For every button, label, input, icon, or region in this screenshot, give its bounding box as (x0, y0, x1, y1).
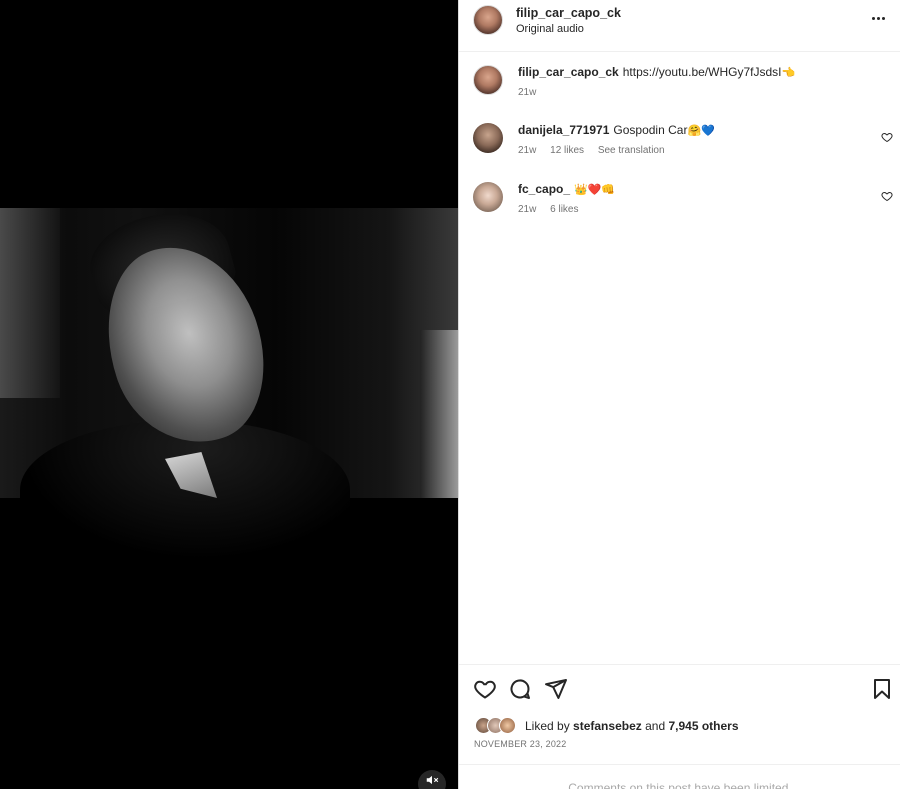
more-dot (871, 16, 875, 20)
bookmark-icon[interactable] (870, 677, 894, 701)
owner-username[interactable]: filip_car_capo_ck (516, 6, 621, 20)
comment-text: fc_capo_ 👑❤️👊 (518, 182, 615, 196)
liked-by-prefix: Liked by (525, 719, 570, 733)
comment-text: danijela_771971 Gospodin Car🤗💙 (518, 123, 715, 137)
post-header: filip_car_capo_ck Original audio (459, 0, 900, 52)
comment-username[interactable]: fc_capo_ (518, 182, 570, 196)
comment-time[interactable]: 21w (518, 145, 536, 156)
audio-label[interactable]: Original audio (516, 23, 584, 35)
liked-by-and: and (645, 719, 666, 733)
comment-avatar[interactable] (473, 65, 503, 95)
owner-avatar[interactable] (473, 5, 503, 35)
comment-avatar[interactable] (473, 182, 503, 212)
video-background-left (0, 208, 60, 398)
comment-item: danijela_771971 Gospodin Car🤗💙 21w 12 lik… (459, 123, 900, 163)
liked-by-others[interactable]: 7,945 others (668, 719, 738, 733)
comment-username[interactable]: danijela_771971 (518, 123, 609, 137)
post-side-panel: filip_car_capo_ck Original audio filip_c… (458, 0, 900, 789)
comment-link[interactable]: https://youtu.be/WHGy7fJsdsI (623, 65, 782, 79)
comment-emoji: 🤗💙 (687, 124, 715, 137)
caption-comment: filip_car_capo_ck https://youtu.be/WHGy7f… (459, 65, 900, 105)
comment-meta: 21w (518, 87, 547, 98)
comment-emoji: 👈 (781, 66, 796, 79)
comment-meta: 21w 6 likes (518, 204, 590, 215)
comment-meta: 21w 12 likes See translation (518, 145, 676, 156)
heart-icon[interactable] (473, 677, 497, 701)
see-translation-link[interactable]: See translation (598, 145, 665, 156)
muted-speaker-icon (426, 775, 439, 785)
comment-body: Gospodin Car (613, 123, 688, 137)
video-background-right (420, 330, 458, 498)
comment-text: filip_car_capo_ck https://youtu.be/WHGy7f… (518, 65, 795, 79)
likes-summary: Liked by stefansebez and 7,945 others (475, 717, 895, 735)
comment-username[interactable]: filip_car_capo_ck (518, 65, 619, 79)
comment-avatar[interactable] (473, 123, 503, 153)
liked-by-user[interactable]: stefansebez (573, 719, 642, 733)
comment-time[interactable]: 21w (518, 204, 536, 215)
post-actions: Liked by stefansebez and 7,945 others NO… (459, 664, 900, 789)
more-dot (881, 16, 885, 20)
post-video[interactable] (0, 0, 458, 789)
comments-limited-notice: Comments on this post have been limited. (459, 764, 900, 789)
likes-text: Liked by stefansebez and 7,945 others (525, 719, 739, 733)
share-icon[interactable] (544, 677, 568, 701)
comment-like-heart-icon[interactable] (881, 131, 893, 143)
comment-icon[interactable] (508, 677, 532, 701)
comment-likes[interactable]: 12 likes (550, 145, 584, 156)
liker-avatar[interactable] (499, 717, 516, 734)
video-subject-shoulder (20, 420, 350, 560)
comment-like-heart-icon[interactable] (881, 190, 893, 202)
comment-likes[interactable]: 6 likes (550, 204, 578, 215)
mute-button[interactable] (418, 770, 446, 789)
more-options-button[interactable] (868, 10, 888, 26)
comment-time[interactable]: 21w (518, 87, 536, 98)
post-date[interactable]: NOVEMBER 23, 2022 (474, 739, 566, 749)
liker-avatars (475, 717, 523, 735)
more-dot (876, 16, 880, 20)
comment-item: fc_capo_ 👑❤️👊 21w 6 likes (459, 182, 900, 222)
comment-emoji: 👑❤️👊 (574, 183, 616, 196)
